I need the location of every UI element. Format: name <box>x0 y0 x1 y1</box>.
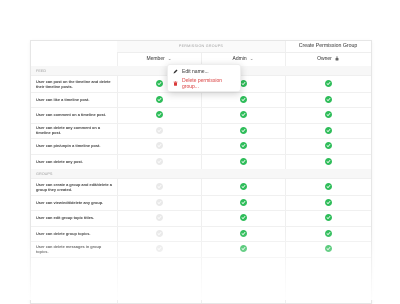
permission-row: User can comment on a timeline post. <box>31 107 371 124</box>
permission-label: User can create a group and edit/delete … <box>36 181 112 192</box>
permission-row: User can delete any post. <box>31 154 371 170</box>
permission-label: User can delete group topics. <box>36 230 91 236</box>
permission-label: User can post on the timeline and delete… <box>36 78 111 89</box>
permission-toggle-check-icon[interactable] <box>324 157 332 165</box>
permission-toggle-check-icon[interactable] <box>155 214 163 222</box>
column-header-label: Owner <box>317 56 332 62</box>
permission-toggle-check-icon[interactable] <box>324 142 332 150</box>
column-header-label: Admin <box>232 56 247 62</box>
permission-toggle-check-icon[interactable] <box>155 157 163 165</box>
permission-toggle-check-icon[interactable] <box>239 229 247 237</box>
permission-toggle-check-icon[interactable] <box>239 214 247 222</box>
chevron-down-icon[interactable]: ⌄ <box>250 56 254 62</box>
permission-toggle-check-icon[interactable] <box>324 126 332 134</box>
permission-toggle-check-icon[interactable] <box>155 229 163 237</box>
permission-label: User can delete any comment on a timelin… <box>36 125 101 136</box>
permission-label: User can pin/unpin a timeline post. <box>36 143 101 149</box>
permission-row: User can delete messages in group topics… <box>31 241 371 258</box>
permission-label: User can view/edit/delete any group. <box>36 199 104 205</box>
permission-row: User can create a group and edit/delete … <box>31 179 371 196</box>
edit-name-menu-item[interactable]: Edit name... <box>168 66 240 78</box>
permission-toggle-check-icon[interactable] <box>239 95 247 103</box>
permission-toggle-check-icon[interactable] <box>239 142 247 150</box>
column-options-menu: Edit name... Delete permission group... <box>167 64 241 92</box>
menu-item-label: Edit name... <box>182 69 209 75</box>
delete-permission-group-menu-item[interactable]: Delete permission group... <box>168 78 240 90</box>
column-header-label: Member <box>146 56 165 62</box>
permission-toggle-check-icon[interactable] <box>324 111 332 119</box>
pencil-icon <box>173 69 178 76</box>
permission-toggle-check-icon[interactable] <box>155 126 163 134</box>
permission-row: User can pin/unpin a timeline post. <box>31 138 371 155</box>
permission-toggle-check-icon[interactable] <box>239 198 247 206</box>
permission-toggle-check-icon[interactable] <box>239 126 247 134</box>
permission-toggle-check-icon[interactable] <box>239 245 247 253</box>
permission-toggle-check-icon[interactable] <box>155 183 163 191</box>
permission-toggle-check-icon[interactable] <box>324 229 332 237</box>
permission-label: User can delete messages in group topics… <box>36 243 102 254</box>
column-header-owner: Owner <box>285 52 371 67</box>
permission-toggle-check-icon[interactable] <box>239 111 247 119</box>
lock-icon <box>335 55 339 63</box>
permission-toggle-check-icon[interactable] <box>324 214 332 222</box>
permission-toggle-check-icon[interactable] <box>324 95 332 103</box>
permission-toggle-check-icon[interactable] <box>155 142 163 150</box>
permission-toggle-check-icon[interactable] <box>324 198 332 206</box>
permission-row: User can view/edit/delete any group. <box>31 195 371 211</box>
permission-toggle-check-icon[interactable] <box>155 111 163 119</box>
permission-toggle-check-icon[interactable] <box>324 245 332 253</box>
permission-toggle-check-icon[interactable] <box>239 183 247 191</box>
permission-toggle-check-icon[interactable] <box>155 245 163 253</box>
menu-item-label: Delete permission group... <box>182 78 223 90</box>
trash-icon <box>173 80 178 88</box>
permission-toggle-check-icon[interactable] <box>155 80 163 88</box>
permission-row: User can delete any comment on a timelin… <box>31 123 371 139</box>
permission-row: User can edit group topic titles. <box>31 210 371 227</box>
permission-row: User can like a timeline post. <box>31 92 371 108</box>
permission-toggle-check-icon[interactable] <box>239 157 247 165</box>
permission-label: User can delete any post. <box>36 158 83 164</box>
permission-toggle-check-icon[interactable] <box>324 80 332 88</box>
permission-label: User can edit group topic titles. <box>36 215 95 221</box>
permission-label: User can comment on a timeline post. <box>36 112 107 118</box>
permission-label: User can like a timeline post. <box>36 96 90 102</box>
section-header: GROUPS <box>31 169 371 179</box>
permission-row: User can delete group topics. <box>31 226 371 242</box>
permission-toggle-check-icon[interactable] <box>324 183 332 191</box>
permission-toggle-check-icon[interactable] <box>155 198 163 206</box>
permission-toggle-check-icon[interactable] <box>155 95 163 103</box>
chevron-down-icon[interactable]: ⌄ <box>168 56 172 62</box>
